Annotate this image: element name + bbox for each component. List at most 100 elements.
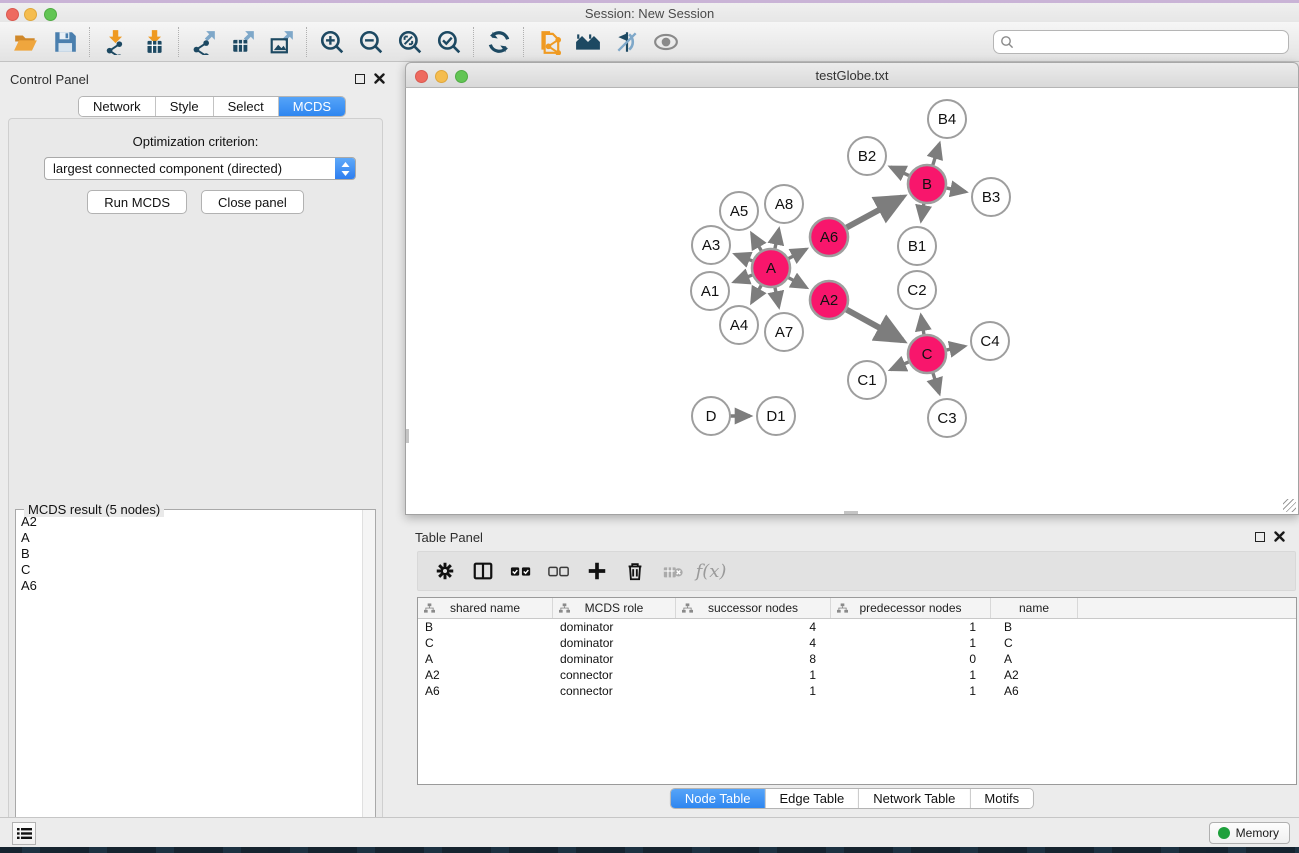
- import-network-button[interactable]: [95, 25, 134, 59]
- show-columns-button[interactable]: [464, 554, 502, 588]
- resize-grip-icon[interactable]: [1283, 499, 1296, 512]
- add-column-button[interactable]: [578, 554, 616, 588]
- node-B3[interactable]: B3: [972, 178, 1010, 216]
- node-C4[interactable]: C4: [971, 322, 1009, 360]
- network-canvas[interactable]: B4B2BB3A8A5A6A3B1AA1C2A2A4A7C4CC1C3DD1: [405, 88, 1299, 515]
- edge-A-A4[interactable]: [752, 285, 762, 303]
- run-mcds-button[interactable]: Run MCDS: [87, 190, 187, 214]
- optimization-criterion-dropdown[interactable]: largest connected component (directed): [44, 157, 356, 180]
- node-B4[interactable]: B4: [928, 100, 966, 138]
- result-item[interactable]: A6: [17, 578, 361, 594]
- table-row[interactable]: A2connector11A2: [418, 667, 1296, 683]
- column-header-shared-name[interactable]: shared name: [418, 598, 553, 618]
- delete-columns-button[interactable]: [616, 554, 654, 588]
- edge-C-C1[interactable]: [891, 362, 910, 370]
- cell-name[interactable]: A6: [991, 683, 1078, 699]
- close-table-panel-icon[interactable]: [1274, 531, 1285, 542]
- edge-A-A7[interactable]: [775, 287, 779, 307]
- edge-B-B1[interactable]: [921, 203, 924, 221]
- cell-name[interactable]: C: [991, 635, 1078, 651]
- export-image-button[interactable]: [262, 25, 301, 59]
- search-input[interactable]: [993, 30, 1289, 54]
- deselect-all-columns-button[interactable]: [540, 554, 578, 588]
- cell-name[interactable]: B: [991, 619, 1078, 635]
- close-panel-icon[interactable]: [374, 73, 385, 84]
- open-session-button[interactable]: [6, 25, 45, 59]
- close-panel-button[interactable]: Close panel: [201, 190, 304, 214]
- table-row[interactable]: Bdominator41B: [418, 619, 1296, 635]
- edge-A2-C[interactable]: [846, 309, 903, 340]
- column-header-successor-nodes[interactable]: successor nodes: [676, 598, 831, 618]
- edge-B-B3[interactable]: [946, 188, 966, 192]
- edge-C-C2[interactable]: [921, 316, 924, 336]
- cell-successor-nodes[interactable]: 1: [676, 683, 831, 699]
- table-row[interactable]: Cdominator41C: [418, 635, 1296, 651]
- edge-A-A6[interactable]: [788, 249, 806, 259]
- result-item[interactable]: C: [17, 562, 361, 578]
- zoom-out-button[interactable]: [351, 25, 390, 59]
- edge-B-B2[interactable]: [891, 167, 910, 176]
- network-window-title-bar[interactable]: testGlobe.txt: [405, 62, 1299, 88]
- tab-select[interactable]: Select: [214, 97, 279, 116]
- network-from-file-button[interactable]: [529, 25, 568, 59]
- node-D[interactable]: D: [692, 397, 730, 435]
- result-item[interactable]: B: [17, 546, 361, 562]
- node-A3[interactable]: A3: [692, 226, 730, 264]
- hide-graphics-details-button[interactable]: [607, 25, 646, 59]
- node-A4[interactable]: A4: [720, 306, 758, 344]
- node-A2[interactable]: A2: [810, 281, 848, 319]
- cell-predecessor-nodes[interactable]: 1: [831, 667, 991, 683]
- float-table-panel-icon[interactable]: [1255, 532, 1265, 542]
- cell-successor-nodes[interactable]: 4: [676, 635, 831, 651]
- edge-A6-B[interactable]: [846, 197, 903, 228]
- vertical-scroll-thumb[interactable]: [406, 429, 409, 443]
- edge-C-C4[interactable]: [946, 346, 965, 350]
- cell-MCDS-role[interactable]: dominator: [553, 651, 676, 667]
- cell-predecessor-nodes[interactable]: 1: [831, 635, 991, 651]
- zoom-selected-button[interactable]: [429, 25, 468, 59]
- cell-MCDS-role[interactable]: connector: [553, 667, 676, 683]
- edge-A-A1[interactable]: [734, 275, 753, 282]
- table-row[interactable]: Adominator80A: [418, 651, 1296, 667]
- cell-successor-nodes[interactable]: 4: [676, 619, 831, 635]
- column-header-MCDS-role[interactable]: MCDS role: [553, 598, 676, 618]
- node-A7[interactable]: A7: [765, 313, 803, 351]
- delete-table-button[interactable]: [654, 554, 692, 588]
- tab-style[interactable]: Style: [156, 97, 214, 116]
- result-scrollbar[interactable]: [362, 510, 375, 853]
- memory-button[interactable]: Memory: [1209, 822, 1290, 844]
- cell-successor-nodes[interactable]: 1: [676, 667, 831, 683]
- export-network-button[interactable]: [184, 25, 223, 59]
- node-A[interactable]: A: [752, 249, 790, 287]
- cell-MCDS-role[interactable]: connector: [553, 683, 676, 699]
- node-D1[interactable]: D1: [757, 397, 795, 435]
- node-A6[interactable]: A6: [810, 218, 848, 256]
- node-C3[interactable]: C3: [928, 399, 966, 437]
- node-B[interactable]: B: [908, 165, 946, 203]
- horizontal-scroll-thumb[interactable]: [844, 511, 858, 514]
- edge-A-A3[interactable]: [735, 254, 753, 261]
- cell-predecessor-nodes[interactable]: 1: [831, 619, 991, 635]
- node-C2[interactable]: C2: [898, 271, 936, 309]
- zoom-fit-button[interactable]: [390, 25, 429, 59]
- result-item[interactable]: A2: [17, 514, 361, 530]
- node-A5[interactable]: A5: [720, 192, 758, 230]
- node-B2[interactable]: B2: [848, 137, 886, 175]
- float-panel-icon[interactable]: [355, 74, 365, 84]
- select-all-columns-button[interactable]: [502, 554, 540, 588]
- function-builder-button[interactable]: f(x): [692, 554, 730, 588]
- node-C[interactable]: C: [908, 335, 946, 373]
- tab-node-table[interactable]: Node Table: [671, 789, 766, 808]
- import-table-button[interactable]: [134, 25, 173, 59]
- home-button[interactable]: [568, 25, 607, 59]
- export-table-button[interactable]: [223, 25, 262, 59]
- cell-shared-name[interactable]: A2: [418, 667, 553, 683]
- node-A1[interactable]: A1: [691, 272, 729, 310]
- network-graph[interactable]: B4B2BB3A8A5A6A3B1AA1C2A2A4A7C4CC1C3DD1: [406, 88, 1298, 513]
- save-session-button[interactable]: [45, 25, 84, 59]
- edge-B-B4[interactable]: [933, 144, 940, 166]
- edge-A-A8[interactable]: [775, 229, 779, 249]
- result-item[interactable]: A: [17, 530, 361, 546]
- node-A8[interactable]: A8: [765, 185, 803, 223]
- tab-motifs[interactable]: Motifs: [970, 789, 1033, 808]
